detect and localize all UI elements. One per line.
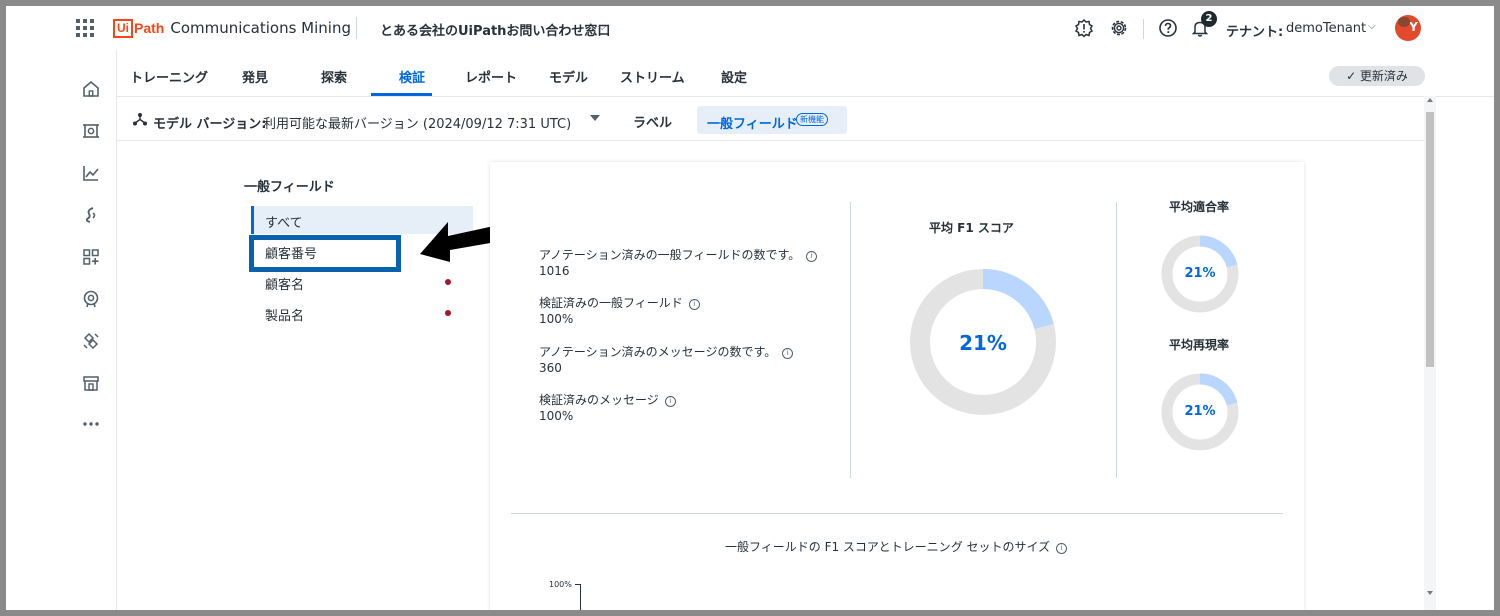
- product-logo[interactable]: Ui Path Communications Mining: [113, 18, 351, 38]
- annotation-arrow-icon: [420, 222, 496, 262]
- avg-precision-value: 21%: [1184, 266, 1216, 281]
- vertical-divider: [1116, 202, 1117, 478]
- tenant-selector[interactable]: demoTenant: [1286, 21, 1366, 36]
- stat-value-annotated-fields: 1016: [539, 264, 570, 278]
- gear-icon[interactable]: [1109, 18, 1129, 38]
- communications-mining-icon[interactable]: [81, 289, 101, 309]
- general-fields-title: 一般フィールド: [244, 180, 335, 195]
- avatar[interactable]: Y: [1395, 15, 1421, 41]
- field-item-customer-name[interactable]: 顧客名: [251, 268, 473, 296]
- integration-icon[interactable]: [81, 331, 101, 351]
- avg-f1-value: 21%: [959, 331, 1007, 355]
- general-fields-button-label: 一般フィールド: [707, 117, 798, 132]
- avg-f1-title: 平均 F1 スコア: [929, 221, 1014, 235]
- more-icon[interactable]: [81, 414, 101, 434]
- left-navigation-rail: [66, 50, 117, 610]
- stat-value-annotated-messages: 360: [539, 361, 562, 375]
- info-icon[interactable]: i: [782, 348, 794, 359]
- tab-models[interactable]: モデル: [549, 67, 588, 86]
- product-name: Communications Mining: [170, 19, 351, 37]
- app-window: Ui Path Communications Mining とある会社のUiPa…: [6, 6, 1494, 610]
- info-icon[interactable]: i: [1056, 543, 1068, 554]
- horizontal-divider: [511, 513, 1283, 514]
- model-version-label: モデル バージョン:: [153, 117, 267, 132]
- stat-label-validated-fields: 検証済みの一般フィールド i: [539, 294, 700, 311]
- field-item-label: 顧客名: [265, 278, 305, 293]
- stat-value-validated-messages: 100%: [539, 409, 574, 423]
- model-version-select[interactable]: 利用可能な最新バージョン (2024/09/12 7:31 UTC): [263, 113, 571, 132]
- stat-value-validated-fields: 100%: [539, 312, 574, 326]
- marketplace-icon[interactable]: [81, 373, 101, 393]
- header-divider: [356, 17, 357, 39]
- vertical-scrollbar[interactable]: [1424, 96, 1436, 610]
- scroll-down-arrow-icon[interactable]: [1427, 591, 1433, 595]
- field-item-label: 製品名: [265, 309, 305, 324]
- summary-card: アノテーション済みの一般フィールドの数です。 i 1016 検証済みの一般フィール…: [490, 162, 1304, 610]
- status-badge: ✓ 更新済み: [1329, 66, 1425, 86]
- project-selector[interactable]: とある会社のUiPathお問い合わせ窓口: [380, 20, 610, 39]
- tab-training[interactable]: トレーニング: [130, 67, 208, 86]
- scrollbar-thumb[interactable]: [1426, 112, 1434, 367]
- stat-label-validated-messages: 検証済みのメッセージ i: [539, 391, 676, 408]
- top-bar: Ui Path Communications Mining とある会社のUiPa…: [6, 6, 1494, 50]
- process-mining-icon[interactable]: [81, 205, 101, 225]
- info-icon[interactable]: i: [806, 251, 818, 262]
- model-version-icon: [133, 113, 147, 126]
- tab-discover[interactable]: 発見: [242, 67, 268, 86]
- avg-precision-title: 平均適合率: [1169, 200, 1230, 214]
- validation-toolbar: モデル バージョン: 利用可能な最新バージョン (2024/09/12 7:31…: [116, 96, 1424, 141]
- logo-path-text: Path: [134, 20, 165, 36]
- tab-validation[interactable]: 検証: [399, 67, 425, 86]
- tab-explore[interactable]: 探索: [321, 67, 347, 86]
- y-axis-line: [580, 584, 581, 610]
- chevron-down-icon[interactable]: ⌵: [1368, 21, 1376, 32]
- avg-recall-value: 21%: [1184, 404, 1216, 419]
- alert-badge-icon[interactable]: [1074, 18, 1094, 38]
- stat-label-annotated-messages: アノテーション済みのメッセージの数です。 i: [539, 343, 794, 360]
- header-divider-2: [1143, 19, 1144, 39]
- notification-badge: 2: [1201, 11, 1217, 27]
- annotation-highlight-box: [249, 235, 401, 272]
- apps-add-icon[interactable]: [81, 247, 101, 267]
- home-icon[interactable]: [81, 79, 101, 99]
- app-launcher-icon[interactable]: [76, 19, 94, 37]
- info-icon[interactable]: i: [664, 396, 676, 407]
- chevron-down-icon[interactable]: ⌵: [598, 20, 606, 34]
- status-dot-icon: [445, 279, 451, 285]
- info-icon[interactable]: i: [688, 299, 700, 310]
- avg-recall-title: 平均再現率: [1169, 338, 1230, 352]
- main-tabs: トレーニング 発見 探索 検証 レポート モデル ストリーム 設定 ✓ 更新済み: [116, 50, 1494, 97]
- logo-ui-text: Ui: [113, 18, 133, 38]
- avatar-letter: Y: [1409, 20, 1418, 34]
- automation-icon[interactable]: [81, 121, 101, 141]
- dropdown-caret-icon[interactable]: [590, 115, 600, 121]
- tab-settings[interactable]: 設定: [721, 67, 747, 86]
- analytics-icon[interactable]: [81, 163, 101, 183]
- tenant-label: テナント:: [1226, 25, 1284, 40]
- help-icon[interactable]: [1158, 18, 1178, 38]
- labels-toggle-button[interactable]: ラベル: [633, 112, 672, 131]
- new-feature-badge: 新機能: [796, 113, 828, 126]
- field-item-product-name[interactable]: 製品名: [251, 299, 473, 327]
- status-dot-icon: [445, 310, 451, 316]
- field-item-label: すべて: [265, 216, 303, 231]
- stat-label-annotated-fields: アノテーション済みの一般フィールドの数です。 i: [539, 246, 818, 263]
- general-fields-toggle-button[interactable]: 一般フィールド 新機能: [697, 106, 847, 134]
- tab-reports[interactable]: レポート: [465, 67, 517, 86]
- y-axis-tick-label: 100%: [549, 580, 572, 589]
- chart-title: 一般フィールドの F1 スコアとトレーニング セットのサイズ i: [725, 538, 1068, 555]
- tab-streams[interactable]: ストリーム: [620, 67, 685, 86]
- vertical-divider: [850, 202, 851, 478]
- scroll-up-arrow-icon[interactable]: [1427, 98, 1433, 102]
